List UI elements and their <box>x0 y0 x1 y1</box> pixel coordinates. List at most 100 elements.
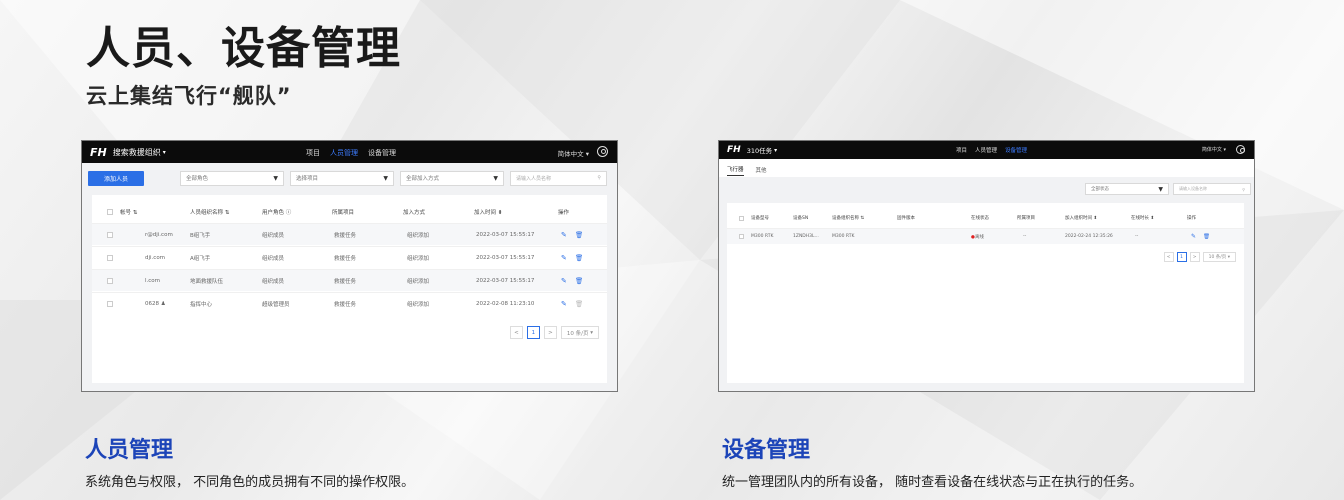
cell-time: 2022-03-07 15:55:17 <box>476 277 535 284</box>
delete-icon[interactable]: 🗑 <box>575 277 583 285</box>
delete-icon[interactable]: 🗑 <box>575 231 583 239</box>
search-icon[interactable]: ⚲ <box>1242 187 1245 192</box>
user-icon[interactable] <box>597 146 608 157</box>
tab-aircraft[interactable]: 飞行器 <box>727 165 744 176</box>
table-header: 设备型号 设备SN 设备组织名称 ⇅ 固件版本 在线状态 所属项目 加入组织时间… <box>727 213 1244 223</box>
language-selector[interactable]: 简体中文 ▾ <box>1202 146 1226 153</box>
row-checkbox[interactable] <box>107 277 113 284</box>
row-checkbox[interactable] <box>107 300 113 307</box>
cell-account: l.com <box>145 277 161 284</box>
cell-name: 指挥中心 <box>190 301 213 308</box>
section-desc-personnel: 系统角色与权限， 不同角色的成员拥有不同的操作权限。 <box>85 475 415 490</box>
search-icon[interactable]: ⚲ <box>597 175 601 181</box>
page-1-button[interactable]: 1 <box>526 326 540 339</box>
page-size-select[interactable]: 10 条/页 ▾ <box>1202 252 1236 262</box>
col-join-method: 加入方式 <box>403 210 426 216</box>
col-device-name[interactable]: 设备组织名称 ⇅ <box>832 215 864 221</box>
next-page-button[interactable]: > <box>1189 252 1200 262</box>
select-all-checkbox[interactable] <box>739 215 744 221</box>
page-1-button[interactable]: 1 <box>1176 252 1187 262</box>
tab-other[interactable]: 其他 <box>756 166 767 174</box>
device-tabs: 飞行器 其他 <box>727 163 767 177</box>
select-all-checkbox[interactable] <box>107 209 113 215</box>
org-switcher[interactable]: 310任务 <box>747 145 772 155</box>
org-switcher[interactable]: 搜索救援组织 <box>113 147 161 158</box>
cell-account: r@dji.com <box>145 231 173 238</box>
personnel-screenshot: FH 搜索救援组织 ▾ 项目 人员管理 设备管理 简体中文 ▾ 添加人员 全部角… <box>81 140 618 392</box>
row-checkbox[interactable] <box>107 254 113 261</box>
col-actions: 操作 <box>558 210 570 216</box>
pagination: < 1 > 10 条/页 ▾ <box>1163 252 1236 262</box>
table-row: r@dji.com B组飞手 组织成员 救援任务 组织添加 2022-03-07… <box>92 223 607 245</box>
row-checkbox[interactable] <box>739 234 744 239</box>
nav-item-devices[interactable]: 设备管理 <box>1005 146 1027 154</box>
cell-project: -- <box>1023 234 1027 239</box>
edit-icon[interactable]: ✎ <box>561 277 567 285</box>
nav-item-projects[interactable]: 项目 <box>956 146 967 154</box>
device-search-input[interactable]: 请输入设备名称 ⚲ <box>1173 183 1251 195</box>
col-join-time[interactable]: 加入时间 ⬍ <box>474 208 502 216</box>
pagination: < 1 > 10 条/页 ▾ <box>509 326 599 339</box>
next-page-button[interactable]: > <box>543 326 557 339</box>
edit-icon[interactable]: ✎ <box>561 231 567 239</box>
cell-account: 0628 ♟ <box>145 300 166 307</box>
cell-join-time: 2022-02-24 12:35:26 <box>1065 234 1113 239</box>
cell-name: B组飞手 <box>190 232 211 239</box>
cell-project: 救援任务 <box>334 255 357 262</box>
search-input[interactable]: 请输入人员名称 ⚲ <box>510 170 607 186</box>
cell-model: M300 RTK <box>751 234 774 239</box>
col-role: 用户角色 ⓘ <box>262 210 292 216</box>
table-row: 0628 ♟ 指挥中心 超级管理员 救援任务 组织添加 2022-02-08 1… <box>92 292 607 314</box>
row-checkbox[interactable] <box>107 231 113 238</box>
cell-online-duration: -- <box>1135 234 1139 239</box>
col-name[interactable]: 人员组织名称 ⇅ <box>190 208 229 216</box>
col-actions: 操作 <box>1187 216 1196 221</box>
join-method-select[interactable]: 全部加入方式 ▼ <box>400 170 504 186</box>
cell-role: 超级管理员 <box>262 301 290 308</box>
col-account[interactable]: 帐号 ⇅ <box>120 208 137 216</box>
col-sn: 设备SN <box>793 216 809 221</box>
personnel-table: 帐号 ⇅ 人员组织名称 ⇅ 用户角色 ⓘ 所属项目 加入方式 加入时间 ⬍ 操作… <box>92 195 607 383</box>
delete-icon[interactable]: 🗑 <box>575 254 583 262</box>
edit-icon[interactable]: ✎ <box>561 300 567 308</box>
chevron-down-icon: ▾ <box>162 148 166 156</box>
app-logo: FH <box>727 145 741 155</box>
col-join-time[interactable]: 加入组织时间 ⬍ <box>1065 215 1097 221</box>
cell-time: 2022-02-08 11:23:10 <box>476 300 535 307</box>
cell-role: 组织成员 <box>262 255 285 262</box>
prev-page-button[interactable]: < <box>509 326 523 339</box>
col-project: 所属项目 <box>332 210 355 216</box>
edit-icon[interactable]: ✎ <box>561 254 567 262</box>
cell-role: 组织成员 <box>262 278 285 285</box>
page-size-select[interactable]: 10 条/页 ▾ <box>560 326 599 339</box>
delete-icon[interactable]: 🗑 <box>1203 234 1210 240</box>
app-logo: FH <box>90 145 107 159</box>
prev-page-button[interactable]: < <box>1163 252 1174 262</box>
add-personnel-button[interactable]: 添加人员 <box>88 170 144 186</box>
col-online-duration[interactable]: 在线时长 ⬍ <box>1131 215 1154 221</box>
filter-bar: 添加人员 全部角色 ▼ 选择项目 ▼ 全部加入方式 ▼ 请输入人员名称 ⚲ <box>88 170 607 186</box>
language-selector[interactable]: 简体中文 ▾ <box>558 148 589 158</box>
nav-item-personnel[interactable]: 人员管理 <box>975 146 997 154</box>
cell-join: 组织添加 <box>407 278 430 285</box>
user-icon[interactable] <box>1236 145 1245 154</box>
cell-join: 组织添加 <box>407 255 430 262</box>
caret-down-icon: ▼ <box>273 174 278 182</box>
cell-project: 救援任务 <box>334 278 357 285</box>
table-row: l.com 地面救援队伍 组织成员 救援任务 组织添加 2022-03-07 1… <box>92 269 607 291</box>
section-title-personnel: 人员管理 <box>85 438 174 463</box>
nav-item-devices[interactable]: 设备管理 <box>368 148 396 158</box>
cell-online-status: ●离线 <box>971 234 984 240</box>
section-desc-devices: 统一管理团队内的所有设备， 随时查看设备在线状态与正在执行的任务。 <box>722 475 1143 490</box>
role-select[interactable]: 全部角色 ▼ <box>180 170 284 186</box>
nav-item-personnel[interactable]: 人员管理 <box>330 148 358 158</box>
col-project: 所属项目 <box>1017 216 1035 221</box>
status-select[interactable]: 全部状态 ▼ <box>1085 183 1169 195</box>
cell-role: 组织成员 <box>262 232 285 239</box>
edit-icon[interactable]: ✎ <box>1191 233 1196 240</box>
project-select[interactable]: 选择项目 ▼ <box>290 170 394 186</box>
app-bar: FH 310任务 ▾ 项目 人员管理 设备管理 简体中文 ▾ <box>719 141 1254 159</box>
nav-item-projects[interactable]: 项目 <box>306 148 320 158</box>
col-model: 设备型号 <box>751 216 769 221</box>
cell-device-name: M300 RTK <box>832 234 855 239</box>
